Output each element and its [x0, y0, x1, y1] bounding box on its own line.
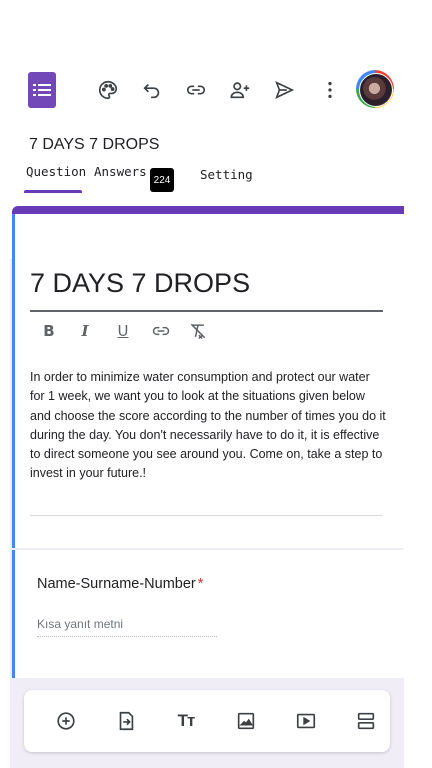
add-question-icon[interactable]	[54, 709, 78, 733]
forms-logo[interactable]	[28, 72, 56, 108]
active-card-indicator	[12, 214, 15, 548]
active-tab-indicator	[24, 190, 82, 193]
tab-question[interactable]: Question	[26, 164, 86, 179]
answers-count-badge: 224	[150, 168, 174, 192]
tab-setting[interactable]: Setting	[200, 167, 253, 182]
description-underline	[30, 515, 383, 516]
add-title-icon[interactable]: Tт	[174, 709, 198, 733]
import-questions-icon[interactable]	[114, 709, 138, 733]
question-card[interactable]: Name-Surname-Number * Kısa yanıt metni	[12, 550, 404, 678]
add-image-icon[interactable]	[234, 709, 258, 733]
add-collaborator-icon[interactable]	[228, 78, 252, 102]
question-title-text: Name-Surname-Number	[37, 576, 196, 592]
italic-button[interactable]: I	[76, 320, 94, 342]
palette-icon[interactable]	[96, 78, 120, 102]
bold-button[interactable]: B	[40, 320, 58, 342]
undo-icon[interactable]	[140, 78, 164, 102]
form-title: 7 DAYS 7 DROPS	[29, 136, 160, 153]
question-title: Name-Surname-Number *	[37, 576, 203, 592]
required-marker: *	[197, 576, 204, 592]
bottom-toolbar: Tт	[24, 690, 390, 752]
add-section-icon[interactable]	[354, 709, 378, 733]
title-underline	[30, 310, 383, 312]
form-description[interactable]: In order to minimize water consumption a…	[30, 368, 386, 484]
send-icon[interactable]	[272, 78, 296, 102]
more-vert-icon[interactable]	[318, 78, 342, 102]
card-indicator	[12, 550, 15, 678]
top-toolbar	[10, 62, 404, 124]
form-title-input[interactable]: 7 DAYS 7 DROPS	[30, 268, 250, 299]
avatar[interactable]	[356, 70, 394, 108]
short-answer-field[interactable]: Kısa yanıt metni	[37, 617, 217, 637]
insert-link-icon[interactable]	[150, 320, 172, 342]
tab-answers[interactable]: Answers	[94, 164, 147, 179]
form-header-card[interactable]: 7 DAYS 7 DROPS B I U In order to minimiz…	[12, 206, 404, 548]
add-video-icon[interactable]	[294, 709, 318, 733]
link-icon[interactable]	[184, 78, 208, 102]
clear-formatting-icon[interactable]	[187, 320, 209, 342]
underline-button[interactable]: U	[114, 320, 132, 342]
form-editor-screen: 7 DAYS 7 DROPS Question Answers Setting …	[10, 62, 404, 768]
